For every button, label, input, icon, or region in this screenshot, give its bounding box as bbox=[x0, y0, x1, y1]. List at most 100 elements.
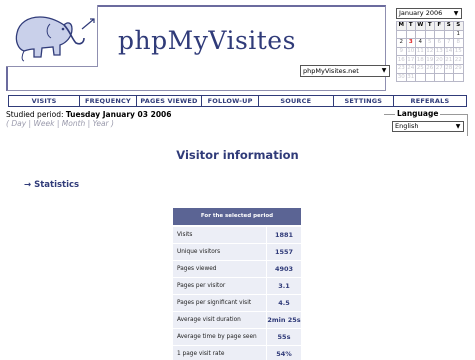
period-year-link[interactable]: Year bbox=[93, 119, 109, 128]
calendar-day[interactable]: 30 bbox=[396, 72, 407, 83]
calendar-day[interactable]: 31 bbox=[405, 72, 416, 83]
calendar-day[interactable]: 8 bbox=[453, 38, 464, 48]
calendar-empty-cell bbox=[396, 29, 407, 40]
calendar-day[interactable]: 12 bbox=[424, 46, 435, 57]
language-select-value: English bbox=[395, 122, 419, 130]
calendar-day[interactable]: 17 bbox=[405, 55, 416, 65]
calendar-day[interactable]: 4 bbox=[415, 38, 426, 48]
calendar-day[interactable]: 18 bbox=[415, 55, 426, 65]
language-select[interactable]: English ▼ bbox=[392, 121, 464, 132]
calendar-empty-cell bbox=[443, 72, 454, 83]
menu-item-frequency[interactable]: Frequency bbox=[79, 95, 137, 107]
calendar-empty-cell bbox=[453, 72, 464, 83]
calendar-empty-cell bbox=[405, 29, 416, 40]
table-row: 1 page visit rate 54% bbox=[173, 346, 301, 360]
weekday-header: S bbox=[443, 21, 454, 31]
period-selector: ( Day | Week | Month | Year ) bbox=[6, 119, 114, 128]
menu-item-settings[interactable]: Settings bbox=[332, 95, 394, 107]
studied-period: Studied period: Tuesday January 03 2006 bbox=[6, 110, 171, 119]
table-row: Visits 1881 bbox=[173, 227, 301, 243]
month-select-value: January 2006 bbox=[399, 9, 443, 17]
calendar-day[interactable]: 7 bbox=[443, 38, 454, 48]
calendar-empty-cell bbox=[443, 29, 454, 40]
stat-value: 2min 25s bbox=[267, 312, 301, 328]
calendar-day[interactable]: 29 bbox=[453, 63, 464, 74]
weekday-header: S bbox=[453, 21, 464, 31]
chevron-down-icon: ▼ bbox=[381, 67, 387, 74]
calendar-day[interactable]: 26 bbox=[424, 63, 435, 74]
calendar-day[interactable]: 9 bbox=[396, 46, 407, 57]
calendar-day[interactable]: 11 bbox=[415, 46, 426, 57]
period-day-link[interactable]: Day bbox=[11, 119, 26, 128]
table-row: Unique visitors 1557 bbox=[173, 244, 301, 260]
stat-value: 55s bbox=[267, 329, 301, 345]
app-title: phpMyVisites bbox=[118, 26, 296, 55]
calendar-day[interactable]: 3 bbox=[405, 38, 416, 48]
calendar-day[interactable]: 6 bbox=[434, 38, 445, 48]
stat-value: 3.1 bbox=[267, 278, 301, 294]
period-separator: | bbox=[87, 119, 91, 128]
stat-label: Pages per significant visit bbox=[173, 295, 266, 311]
weekday-header: T bbox=[424, 21, 435, 31]
calendar-day[interactable]: 20 bbox=[434, 55, 445, 65]
stat-label: 1 page visit rate bbox=[173, 346, 266, 360]
calendar: January 2006 ▼ M T W T F S S 1 2 3 4 5 6 7 8 9 10 11 12 13 1… bbox=[396, 8, 468, 83]
statistics-heading: → Statistics bbox=[24, 180, 80, 190]
stat-value: 1557 bbox=[267, 244, 301, 260]
table-row: Pages per significant visit 4.5 bbox=[173, 295, 301, 311]
calendar-grid: M T W T F S S 1 2 3 4 5 6 7 8 9 10 11 12 13 14 15 16 17 18 19 20 21… bbox=[396, 21, 464, 83]
period-month-link[interactable]: Month bbox=[62, 119, 86, 128]
menu-item-visits[interactable]: Visits bbox=[8, 95, 81, 107]
calendar-day[interactable]: 24 bbox=[405, 63, 416, 74]
calendar-day[interactable]: 23 bbox=[396, 63, 407, 74]
table-row: Average visit duration 2min 25s bbox=[173, 312, 301, 328]
menu-item-source[interactable]: Source bbox=[257, 95, 334, 107]
calendar-day[interactable]: 19 bbox=[424, 55, 435, 65]
weekday-header: T bbox=[405, 21, 416, 31]
table-row: Pages per visitor 3.1 bbox=[173, 278, 301, 294]
table-row: Average time by page seen 55s bbox=[173, 329, 301, 345]
calendar-day[interactable]: 27 bbox=[434, 63, 445, 74]
month-select[interactable]: January 2006 ▼ bbox=[396, 8, 462, 19]
period-close-paren: ) bbox=[111, 119, 114, 128]
period-week-link[interactable]: Week bbox=[33, 119, 54, 128]
stat-label: Visits bbox=[173, 227, 266, 243]
calendar-day[interactable]: 10 bbox=[405, 46, 416, 57]
language-title: Language bbox=[395, 109, 441, 118]
menu-item-follow-up[interactable]: Follow-up bbox=[201, 95, 259, 107]
calendar-day[interactable]: 5 bbox=[424, 38, 435, 48]
page-title: Visitor information bbox=[176, 148, 299, 162]
calendar-day[interactable]: 16 bbox=[396, 55, 407, 65]
period-separator: | bbox=[56, 119, 60, 128]
stat-label: Pages per visitor bbox=[173, 278, 266, 294]
calendar-day[interactable]: 28 bbox=[443, 63, 454, 74]
calendar-day[interactable]: 22 bbox=[453, 55, 464, 65]
main-menu: Visits Frequency Pages viewed Follow-up Sour… bbox=[8, 95, 467, 107]
stat-label: Average time by page seen bbox=[173, 329, 266, 345]
chevron-down-icon: ▼ bbox=[453, 10, 459, 17]
calendar-day[interactable]: 25 bbox=[415, 63, 426, 74]
stats-table: For the selected period Visits 1881 Unique… bbox=[173, 208, 301, 360]
period-open-paren: ( bbox=[6, 119, 9, 128]
calendar-day[interactable]: 2 bbox=[396, 38, 407, 48]
calendar-day[interactable]: 13 bbox=[434, 46, 445, 57]
site-select[interactable]: phpMyVisites.net ▼ bbox=[300, 65, 390, 77]
calendar-day[interactable]: 1 bbox=[453, 29, 464, 40]
calendar-empty-cell bbox=[424, 29, 435, 40]
calendar-day[interactable]: 21 bbox=[443, 55, 454, 65]
calendar-empty-cell bbox=[415, 29, 426, 40]
calendar-day[interactable]: 15 bbox=[453, 46, 464, 57]
stat-value: 54% bbox=[267, 346, 301, 360]
calendar-empty-cell bbox=[434, 72, 445, 83]
stats-table-header: For the selected period bbox=[173, 208, 301, 225]
stat-label: Unique visitors bbox=[173, 244, 266, 260]
stat-value: 4.5 bbox=[267, 295, 301, 311]
logo[interactable] bbox=[6, 5, 98, 67]
stat-label: Average visit duration bbox=[173, 312, 266, 328]
menu-item-pages-viewed[interactable]: Pages viewed bbox=[135, 95, 203, 107]
weekday-header: M bbox=[396, 21, 407, 31]
table-row: Pages viewed 4903 bbox=[173, 261, 301, 277]
menu-item-referals[interactable]: Referals bbox=[392, 95, 467, 107]
calendar-day[interactable]: 14 bbox=[443, 46, 454, 57]
stat-label: Pages viewed bbox=[173, 261, 266, 277]
